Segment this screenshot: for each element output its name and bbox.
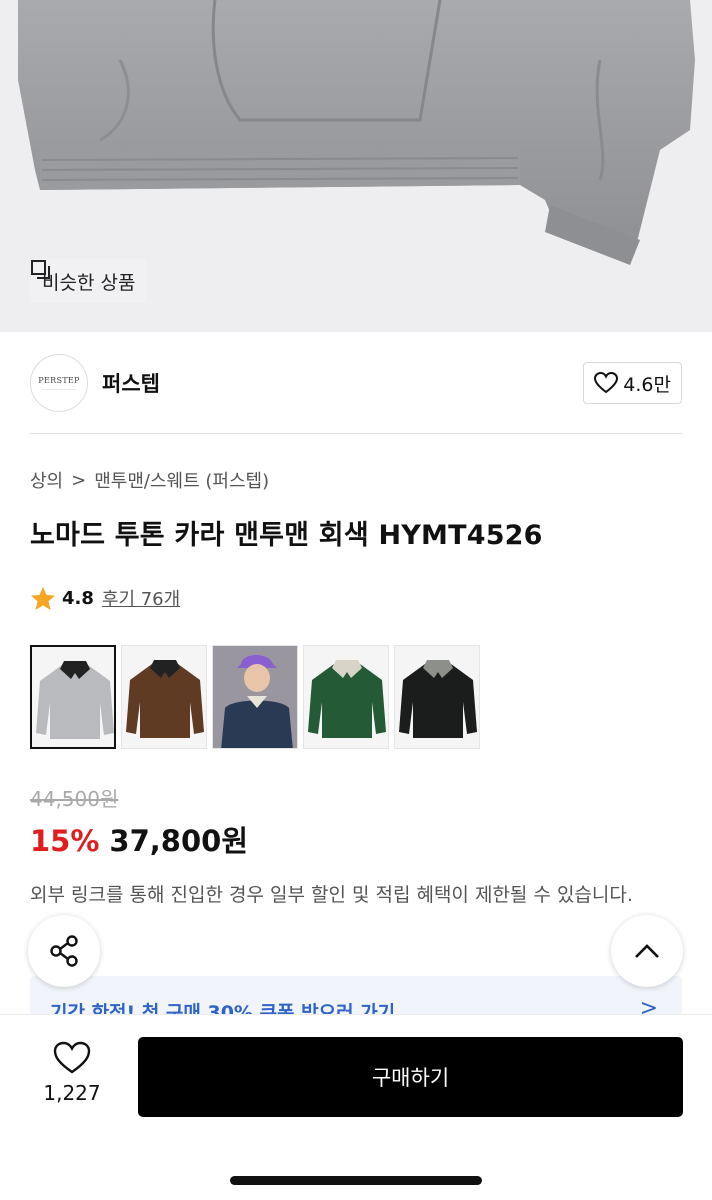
color-thumbnails (30, 645, 480, 749)
notice-text: 외부 링크를 통해 진입한 경우 일부 할인 및 적립 혜택이 제한될 수 있습… (30, 884, 633, 906)
sale-price: 37,800원 (109, 824, 249, 858)
rating-row: 4.8 후기 76개 (30, 585, 180, 611)
brand-name[interactable]: 퍼스텝 (102, 368, 160, 398)
product-like-count: 1,227 (43, 1081, 101, 1105)
chevron-up-icon (635, 944, 659, 958)
heart-icon (53, 1041, 91, 1074)
thumbnail-black[interactable] (394, 645, 480, 749)
share-icon (50, 935, 78, 967)
heart-icon (594, 372, 619, 394)
thumbnail-brown[interactable] (121, 645, 207, 749)
buy-button[interactable]: 구매하기 (138, 1037, 683, 1117)
price-row: 15% 37,800원 (30, 818, 248, 860)
share-button[interactable] (28, 915, 100, 987)
similar-products-label: 비슷한 상품 (42, 271, 136, 294)
star-icon (31, 586, 55, 610)
brand-logo[interactable]: PERSTEP ———————— (30, 354, 88, 412)
rating-score: 4.8 (62, 587, 94, 609)
similar-products-button[interactable]: 비슷한 상품 (30, 259, 148, 303)
home-indicator (230, 1176, 482, 1185)
brand-like-button[interactable]: 4.6만 (583, 362, 682, 404)
product-title: 노마드 투톤 카라 맨투맨 회색 HYMT4526 (30, 520, 543, 551)
thumbnail-gray[interactable] (30, 645, 116, 749)
scroll-top-button[interactable] (611, 915, 683, 987)
thumbnail-green[interactable] (303, 645, 389, 749)
product-hero-image[interactable]: 비슷한 상품 (0, 0, 712, 332)
product-like-button[interactable]: 1,227 (30, 1041, 114, 1105)
brand-like-count: 4.6만 (623, 373, 671, 396)
thumbnail-navy-model[interactable] (212, 645, 298, 749)
divider (30, 433, 682, 434)
copy-icon (31, 260, 50, 279)
brand-row: PERSTEP ———————— 퍼스텝 4.6만 (30, 352, 682, 414)
breadcrumb-subcategory[interactable]: 맨투맨/스웨트 (퍼스텝) (94, 467, 269, 493)
brand-logo-text: PERSTEP (38, 375, 80, 385)
discount-rate: 15% (30, 824, 100, 858)
breadcrumb-separator: > (71, 469, 87, 491)
bottom-action-bar: 1,227 구매하기 (0, 1014, 712, 1200)
reviews-link[interactable]: 후기 76개 (102, 585, 180, 611)
breadcrumb-category[interactable]: 상의 (30, 467, 63, 493)
original-price: 44,500원 (30, 787, 119, 811)
breadcrumb: 상의 > 맨투맨/스웨트 (퍼스텝) (30, 467, 269, 493)
